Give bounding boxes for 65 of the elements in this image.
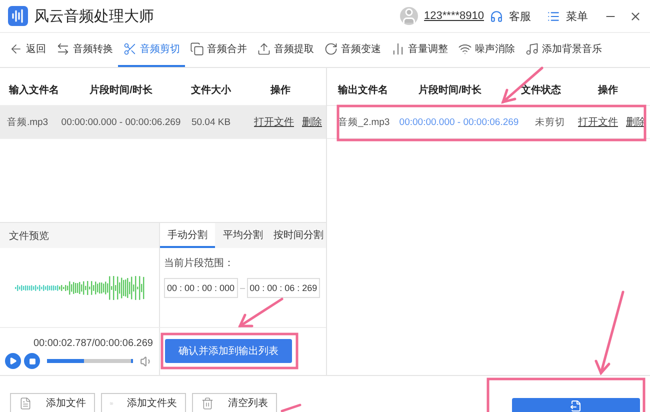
- file-row[interactable]: 音频.mp3 00:00:00.000 - 00:00:06.269 50.04 KB 打开文件 删除: [0, 106, 326, 139]
- column-header: 文件大小: [190, 84, 232, 97]
- app-title: 风云音频处理大师: [34, 6, 154, 26]
- account-link[interactable]: 123****8910: [424, 10, 484, 22]
- file-size: 50.04 KB: [190, 116, 232, 128]
- toolbar-button[interactable]: 清空列表: [192, 393, 277, 412]
- speaker-icon[interactable]: [140, 354, 153, 368]
- overlapping-squares-icon: [190, 42, 204, 56]
- column-header: 文件状态: [520, 84, 562, 97]
- headset-icon[interactable]: [490, 10, 503, 22]
- file-name: 音频_2.mp3: [338, 116, 391, 128]
- progress-track[interactable]: [47, 359, 133, 363]
- column-header: 输入文件名: [8, 84, 55, 97]
- swap-arrows-icon: [56, 42, 70, 56]
- upload-icon: [257, 42, 271, 56]
- split-tab[interactable]: 按时间分割: [270, 223, 326, 248]
- export-icon: [570, 400, 582, 412]
- annotation-arrow: [238, 298, 284, 328]
- toolbar-tab[interactable]: 返回: [4, 33, 51, 67]
- close-icon[interactable]: [629, 10, 642, 22]
- play-button[interactable]: [5, 353, 21, 369]
- split-tab[interactable]: 平均分割: [215, 223, 271, 248]
- start-time-field[interactable]: 00 : 00 : 00 : 000: [164, 278, 238, 298]
- toolbar-button[interactable]: 添加文件夹: [101, 393, 186, 412]
- toolbar-tab[interactable]: 音频转换: [51, 33, 118, 67]
- play-icon: [9, 357, 17, 365]
- music-note-icon: [525, 42, 539, 56]
- column-header: 输出文件名: [336, 84, 384, 97]
- support-label[interactable]: 客服: [509, 8, 531, 24]
- scissors-icon: [123, 42, 137, 56]
- toolbar-tab[interactable]: 噪声消除: [453, 33, 520, 67]
- toolbar-tab[interactable]: 添加背景音乐: [520, 33, 607, 67]
- trash-icon: [201, 396, 214, 410]
- menu-label[interactable]: 菜单: [566, 8, 588, 24]
- menu-icon[interactable]: [547, 10, 560, 22]
- delete-link[interactable]: 删除: [302, 115, 322, 129]
- range-label: 当前片段范围：: [164, 256, 235, 270]
- column-header: 片段时间/时长: [88, 84, 154, 97]
- end-time-field[interactable]: 00 : 00 : 06 : 269: [246, 278, 320, 298]
- time-range: 00:00:00.000 - 00:00:06.269: [60, 116, 182, 128]
- open-file-link[interactable]: 打开文件: [254, 115, 294, 129]
- bar-chart-icon: [391, 42, 405, 56]
- toolbar-tab[interactable]: 音频提取: [252, 33, 319, 67]
- column-header: 片段时间/时长: [418, 84, 482, 97]
- app-logo-icon: [8, 6, 28, 26]
- time-range: 00:00:00.000 - 00:00:06.269: [398, 116, 520, 128]
- stop-icon: [28, 358, 36, 364]
- toolbar-tab[interactable]: 音频合并: [185, 33, 252, 67]
- file-name: 音频.mp3: [6, 116, 50, 128]
- column-header: 操作: [269, 84, 292, 97]
- toolbar-tab[interactable]: 音量调整: [386, 33, 453, 67]
- split-tab[interactable]: 手动分割: [160, 223, 216, 248]
- file-icon: [19, 396, 32, 410]
- playback-time: 00:00:02.787/00:00:06.269: [33, 338, 153, 349]
- confirm-add-button[interactable]: 确认并添加到输出列表: [165, 339, 292, 363]
- circular-arrow-icon: [324, 42, 338, 56]
- preview-title: 文件预览: [9, 230, 49, 242]
- start-button[interactable]: [512, 398, 640, 412]
- file-status: 未剪切: [534, 116, 566, 128]
- toolbar-button[interactable]: 添加文件: [10, 393, 95, 412]
- column-header: 操作: [596, 84, 619, 97]
- toolbar-tab[interactable]: 音频变速: [319, 33, 386, 67]
- stop-button[interactable]: [24, 353, 40, 369]
- open-file-link[interactable]: 打开文件: [578, 115, 618, 129]
- toolbar-tab[interactable]: 音频剪切: [118, 33, 185, 67]
